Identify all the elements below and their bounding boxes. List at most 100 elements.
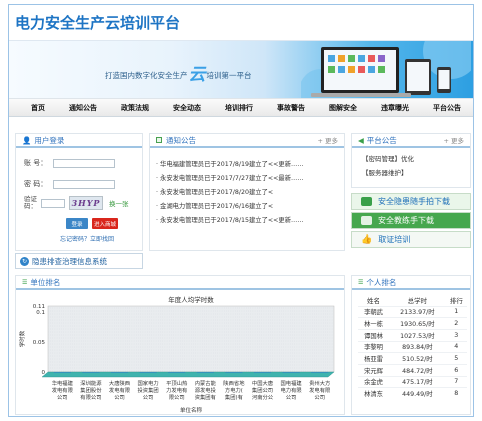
hazard-system-link[interactable]: ↻ 隐患排查治理信息系统: [15, 253, 143, 269]
chart-bar: [139, 372, 157, 373]
password-label: 密 码：: [24, 180, 48, 188]
rank-table-header: 姓名 总学时 排行: [358, 294, 467, 306]
table-row: 林一栋 1930.65/时 2: [358, 317, 467, 330]
banner-slogan: 打造国内数字化安全生产云培训第一平台: [105, 67, 252, 84]
y-tick-label: 0.05: [33, 340, 46, 346]
notice-icon: [156, 137, 162, 143]
x-tick-label: 公司: [57, 394, 68, 401]
chart-bar: [253, 372, 272, 373]
rank-position: 5: [445, 352, 467, 365]
thumbs-up-icon: 👍: [361, 234, 373, 245]
rank-name: 李朝武: [358, 305, 390, 318]
chart-bar: [168, 372, 186, 373]
x-tick-label: 公司: [286, 394, 297, 401]
chart-bar: [110, 372, 129, 373]
x-axis-label: 单位名称: [180, 406, 203, 414]
notice-list: · 华电福建管理员已于2017/8/19建立了<<更新…… · 永安发电管理员已…: [150, 158, 344, 228]
notice-more-link[interactable]: + 更多: [317, 135, 338, 145]
rank-hours: 1930.65/时: [389, 317, 446, 330]
captcha-image[interactable]: 3HYP: [69, 196, 103, 210]
captcha-input[interactable]: [41, 198, 65, 208]
unit-rank-chart: 年度人均学时数00.050.10.11学时数华电福建发电有限公司深圳能源集团股份…: [18, 295, 335, 414]
safety-coach-download-button[interactable]: 安全教练手下载: [351, 212, 471, 229]
chart-floor: [41, 371, 335, 378]
refresh-captcha-link[interactable]: 换一张: [109, 198, 129, 208]
list-icon: ☰: [22, 278, 28, 286]
notice-panel: 通知公告 + 更多 · 华电福建管理员已于2017/8/19建立了<<更新…… …: [149, 133, 345, 251]
notice-panel-header: 通知公告 + 更多: [150, 134, 344, 148]
platform-item[interactable]: 【服务器维护】: [352, 166, 470, 180]
rank-hours: 2133.97/时: [389, 305, 446, 318]
forgot-password-link[interactable]: 忘记密码？立即找回: [60, 234, 114, 243]
chart-title: 年度人均学时数: [168, 295, 214, 304]
table-row: 谭国林 1027.53/时 3: [358, 328, 467, 342]
table-row: 宋元辉 484.72/时 6: [358, 363, 467, 377]
table-row: 余金虎 475.17/时 7: [358, 375, 467, 388]
x-tick-label: 陕西省地: [223, 379, 245, 387]
refresh-icon: ↻: [20, 256, 29, 266]
quick-link-label-0: 安全隐患随手拍下载: [378, 197, 450, 206]
rank-hours: 1027.53/时: [389, 328, 446, 342]
notice-item[interactable]: · 永安发电管理员已于2017/8/15建立了<<更新……: [150, 214, 344, 228]
unit-rank-panel: ☰ 单位排名 年度人均学时数 0 0.05 0.1 0.11 学时数 华电福建 发电有限 公司深…: [15, 275, 345, 415]
nav-notices[interactable]: 通知公告: [69, 103, 97, 113]
x-tick-label: 方电力(: [225, 386, 243, 394]
x-tick-label: 内蒙古能: [195, 379, 217, 387]
password-input[interactable]: [53, 179, 116, 189]
platform-more-link[interactable]: + 更多: [443, 135, 464, 145]
rank-hours: 449.49/时: [389, 387, 446, 400]
notice-item[interactable]: · 永安发电管理员已于2017/7/27建立了<<最新……: [150, 172, 344, 186]
x-tick-label: 源发电投: [195, 386, 217, 394]
platform-panel: ◀ 平台公告 + 更多 【密码管理】优化 【服务器维护】: [351, 133, 471, 188]
chart-bar: [311, 372, 329, 373]
rank-name: 宋元辉: [358, 363, 390, 377]
certification-training-button[interactable]: 👍 取证培训: [351, 231, 471, 248]
personal-rank-title: 个人排名: [366, 277, 397, 287]
account-input[interactable]: [53, 158, 116, 168]
rank-hours: 510.52/时: [389, 352, 446, 365]
nav-safety-news[interactable]: 安全动态: [173, 103, 201, 113]
notice-item[interactable]: · 金湖电力管理员已于2017/6/16建立了<: [150, 200, 344, 214]
rank-name: 李黎明: [358, 340, 390, 353]
notice-title: 通知公告: [166, 135, 196, 145]
nav-accident-warning[interactable]: 事故警告: [277, 103, 305, 113]
login-button[interactable]: 登录: [66, 218, 88, 229]
quick-link-label-2: 取证培训: [378, 235, 411, 244]
nav-illustrated-safety[interactable]: 图解安全: [329, 103, 357, 113]
nav-home[interactable]: 首页: [31, 103, 45, 113]
rank-position: 6: [445, 363, 467, 377]
banner: 打造国内数字化安全生产云培训第一平台: [9, 41, 473, 98]
nav-policy[interactable]: 政策法规: [121, 103, 149, 113]
nav-violation-exposure[interactable]: 违章曝光: [381, 103, 409, 113]
x-tick-label: 国电福建: [280, 379, 302, 387]
x-tick-label: 平顶山热: [166, 379, 188, 387]
x-tick-label: 力发电有: [166, 386, 187, 394]
captcha-label-2: 码：: [24, 202, 37, 210]
rank-position: 7: [445, 375, 467, 388]
nav-platform-notice[interactable]: 平台公告: [433, 103, 461, 113]
x-tick-label: 限公司: [169, 393, 185, 401]
nav-training-rank[interactable]: 培训排行: [225, 103, 253, 113]
captcha-label: 验证 码：: [24, 196, 37, 210]
enter-store-button[interactable]: 进入商城: [92, 218, 118, 229]
platform-item[interactable]: 【密码管理】优化: [352, 152, 470, 166]
hazard-photo-download-button[interactable]: 安全隐患随手拍下载: [351, 193, 471, 210]
user-icon: 👤: [22, 135, 32, 145]
x-tick-label: 资集团有: [195, 393, 216, 401]
slogan-yun: 云: [188, 65, 206, 85]
platform-title: 平台公告: [366, 135, 397, 145]
password-row: 密 码：: [24, 179, 116, 189]
account-row: 账 号：: [24, 158, 116, 168]
rank-name: 林清东: [358, 387, 390, 400]
notice-item[interactable]: · 永安发电管理员已于2017/8/20建立了<: [150, 186, 344, 200]
notice-item[interactable]: · 华电福建管理员已于2017/8/19建立了<<更新……: [150, 158, 344, 172]
table-row: 李黎明 893.84/时 4: [358, 340, 467, 353]
rank-position: 8: [445, 387, 467, 400]
y-tick-label: 0.1: [36, 310, 45, 316]
x-tick-label: 公司: [114, 394, 125, 401]
hazard-link-label: 隐患排查治理信息系统: [32, 256, 107, 266]
account-label: 账 号：: [24, 159, 48, 167]
personal-rank-panel: ☰ 个人排名 姓名 总学时 排行 李朝武 2133.97/时 1 林一栋 1930.65…: [351, 275, 471, 415]
x-tick-label: 投资集团: [137, 386, 158, 394]
slogan-right: 培训第一平台: [206, 71, 252, 80]
